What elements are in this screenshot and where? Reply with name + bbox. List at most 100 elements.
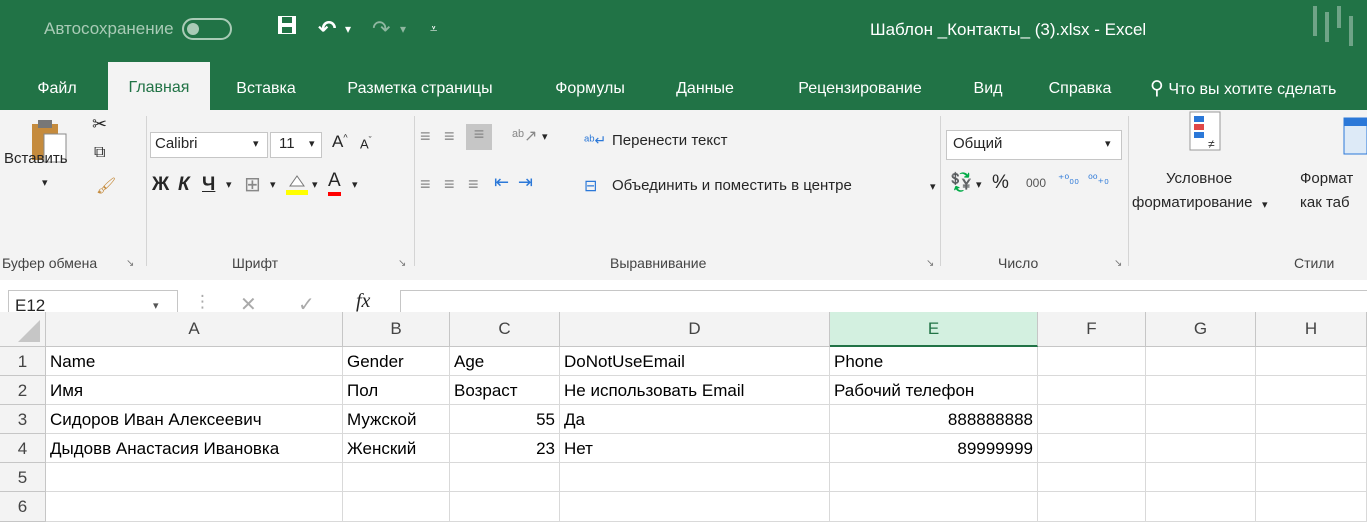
cell-f2[interactable] xyxy=(1038,376,1146,405)
tab-file[interactable]: Файл xyxy=(22,68,92,110)
increase-indent-icon[interactable]: ⇥ xyxy=(518,172,533,193)
cell-g3[interactable] xyxy=(1146,405,1256,434)
cell-f5[interactable] xyxy=(1038,463,1146,492)
insert-function-button[interactable]: fx xyxy=(356,290,370,313)
column-header-e[interactable]: E xyxy=(830,312,1038,347)
column-header-a[interactable]: A xyxy=(46,312,343,347)
increase-font-icon[interactable]: A^ xyxy=(332,132,348,152)
currency-dropdown-icon[interactable]: ▾ xyxy=(976,178,982,191)
cut-icon[interactable]: ✂ xyxy=(92,114,107,135)
save-icon[interactable] xyxy=(276,14,298,44)
cell-d5[interactable] xyxy=(560,463,830,492)
cell-g2[interactable] xyxy=(1146,376,1256,405)
cell-b5[interactable] xyxy=(343,463,450,492)
tab-insert[interactable]: Вставка xyxy=(222,68,310,110)
cell-h3[interactable] xyxy=(1256,405,1367,434)
column-header-c[interactable]: C xyxy=(450,312,560,347)
font-launcher-icon[interactable]: ↘ xyxy=(398,258,406,269)
align-middle-icon[interactable]: ≡ xyxy=(444,126,455,147)
cell-e1[interactable]: Phone xyxy=(830,347,1038,376)
format-as-table-line2[interactable]: как таб xyxy=(1300,194,1350,211)
font-color-icon[interactable]: A xyxy=(328,170,341,196)
font-name-box[interactable]: Calibri ▾ xyxy=(150,132,268,158)
orientation-dropdown-icon[interactable]: ▾ xyxy=(542,130,548,143)
conditional-formatting-line2[interactable]: форматирование xyxy=(1132,194,1252,211)
cell-c4[interactable]: 23 xyxy=(450,434,560,463)
cell-h6[interactable] xyxy=(1256,492,1367,522)
cell-e5[interactable] xyxy=(830,463,1038,492)
row-header-1[interactable]: 1 xyxy=(0,347,46,376)
cell-h4[interactable] xyxy=(1256,434,1367,463)
tab-review[interactable]: Рецензирование xyxy=(770,68,950,110)
format-as-table-icon[interactable] xyxy=(1342,116,1367,156)
undo-dropdown-icon[interactable]: ▾ xyxy=(345,14,351,44)
cell-h1[interactable] xyxy=(1256,347,1367,376)
tab-home[interactable]: Главная xyxy=(108,62,210,110)
cell-e4[interactable]: 89999999 xyxy=(830,434,1038,463)
tab-data[interactable]: Данные xyxy=(660,68,750,110)
cell-c1[interactable]: Age xyxy=(450,347,560,376)
cell-b3[interactable]: Мужской xyxy=(343,405,450,434)
column-header-f[interactable]: F xyxy=(1038,312,1146,347)
align-top-icon[interactable]: ≡ xyxy=(420,126,431,147)
align-right-icon[interactable]: ≡ xyxy=(468,174,479,195)
row-header-6[interactable]: 6 xyxy=(0,492,46,522)
row-header-4[interactable]: 4 xyxy=(0,434,46,463)
font-color-dropdown-icon[interactable]: ▾ xyxy=(352,178,358,191)
cell-a6[interactable] xyxy=(46,492,343,522)
cell-a4[interactable]: Дыдовв Анастасия Ивановка xyxy=(46,434,343,463)
clipboard-launcher-icon[interactable]: ↘ xyxy=(126,258,134,269)
decrease-decimal-icon[interactable]: ⁰⁰₊₀ xyxy=(1088,172,1109,186)
tab-page-layout[interactable]: Разметка страницы xyxy=(330,68,510,110)
cell-c2[interactable]: Возраст xyxy=(450,376,560,405)
cell-a2[interactable]: Имя xyxy=(46,376,343,405)
column-header-h[interactable]: H xyxy=(1256,312,1367,347)
autosave-control[interactable]: Автосохранение xyxy=(44,18,232,40)
cell-b6[interactable] xyxy=(343,492,450,522)
cell-e3[interactable]: 888888888 xyxy=(830,405,1038,434)
tab-view[interactable]: Вид xyxy=(958,68,1018,110)
conditional-formatting-dropdown-icon[interactable]: ▾ xyxy=(1262,198,1268,211)
tab-help[interactable]: Справка xyxy=(1032,68,1128,110)
cell-h2[interactable] xyxy=(1256,376,1367,405)
resize-dots-icon[interactable]: ⋮ xyxy=(194,292,211,312)
underline-button[interactable]: Ч xyxy=(202,174,215,196)
font-size-box[interactable]: 11 ▾ xyxy=(270,132,322,158)
cell-b2[interactable]: Пол xyxy=(343,376,450,405)
merge-center-button[interactable]: ⊟ Объединить и поместить в центре ▾ xyxy=(584,174,936,202)
cell-f1[interactable] xyxy=(1038,347,1146,376)
percent-button[interactable]: % xyxy=(992,172,1009,194)
copy-icon[interactable]: ⧉ xyxy=(94,144,105,162)
cell-g1[interactable] xyxy=(1146,347,1256,376)
fill-color-icon[interactable] xyxy=(286,172,308,196)
column-header-b[interactable]: B xyxy=(343,312,450,347)
paste-button[interactable]: Вставить xyxy=(4,150,68,167)
thousands-button[interactable]: 000 xyxy=(1026,176,1046,190)
autosave-toggle[interactable] xyxy=(181,18,232,40)
currency-icon[interactable]: 💱 xyxy=(950,172,972,193)
cell-c5[interactable] xyxy=(450,463,560,492)
column-header-d[interactable]: D xyxy=(560,312,830,347)
cell-f6[interactable] xyxy=(1038,492,1146,522)
cell-c3[interactable]: 55 xyxy=(450,405,560,434)
cell-c6[interactable] xyxy=(450,492,560,522)
cell-b4[interactable]: Женский xyxy=(343,434,450,463)
underline-dropdown-icon[interactable]: ▾ xyxy=(226,178,232,191)
row-header-3[interactable]: 3 xyxy=(0,405,46,434)
undo-icon[interactable]: ↶ xyxy=(318,14,336,44)
alignment-launcher-icon[interactable]: ↘ xyxy=(926,258,934,269)
paste-dropdown-icon[interactable]: ▾ xyxy=(42,176,48,189)
cell-e6[interactable] xyxy=(830,492,1038,522)
tell-me-search[interactable]: ⚲ Что вы хотите сделать xyxy=(1150,68,1367,110)
bold-button[interactable]: Ж xyxy=(152,174,169,196)
cell-f4[interactable] xyxy=(1038,434,1146,463)
cell-d6[interactable] xyxy=(560,492,830,522)
italic-button[interactable]: К xyxy=(178,174,190,196)
number-launcher-icon[interactable]: ↘ xyxy=(1114,258,1122,269)
cell-h5[interactable] xyxy=(1256,463,1367,492)
conditional-formatting-icon[interactable]: ≠ xyxy=(1186,110,1226,154)
row-header-2[interactable]: 2 xyxy=(0,376,46,405)
decrease-indent-icon[interactable]: ⇤ xyxy=(494,172,509,193)
cell-g6[interactable] xyxy=(1146,492,1256,522)
column-header-g[interactable]: G xyxy=(1146,312,1256,347)
